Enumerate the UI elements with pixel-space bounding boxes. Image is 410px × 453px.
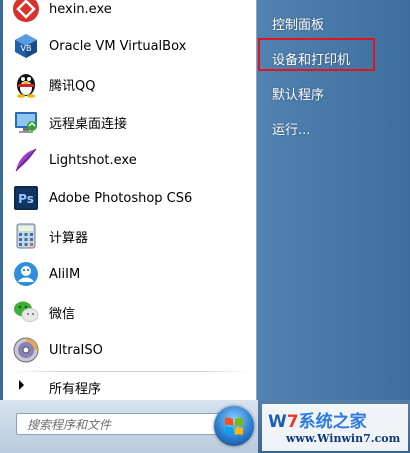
svg-text:VB: VB	[21, 44, 32, 53]
program-item-photoshop[interactable]: Ps Adobe Photoshop CS6	[3, 179, 256, 217]
control-panel-link[interactable]: 控制面板	[272, 14, 324, 33]
program-item-calculator[interactable]: 计算器	[3, 217, 256, 255]
program-item-wechat[interactable]: 微信	[3, 293, 256, 331]
watermark-url: www.Winwin7.com	[286, 432, 401, 445]
program-label: Adobe Photoshop CS6	[49, 190, 193, 206]
search-input[interactable]	[17, 414, 229, 436]
program-label: UltraISO	[49, 342, 103, 358]
lightshot-feather-icon	[11, 145, 41, 175]
program-item-virtualbox[interactable]: VB Oracle VM VirtualBox	[3, 27, 256, 65]
program-item-aliim[interactable]: AliIM	[3, 255, 256, 293]
program-label: 计算器	[49, 230, 89, 246]
qq-penguin-icon	[11, 69, 41, 99]
arrow-right-icon	[19, 380, 24, 390]
program-label: 微信	[49, 306, 76, 322]
program-item-hexin[interactable]: hexin.exe	[3, 0, 256, 28]
watermark-title: W7系统之家	[268, 412, 367, 432]
run-link[interactable]: 运行...	[272, 119, 310, 138]
photoshop-icon: Ps	[11, 183, 41, 213]
remote-desktop-icon	[11, 107, 41, 137]
default-programs-link[interactable]: 默认程序	[272, 84, 324, 103]
program-label: 腾讯QQ	[49, 78, 96, 94]
program-item-qq[interactable]: 腾讯QQ	[3, 65, 256, 103]
hexin-icon	[11, 0, 41, 24]
virtualbox-icon: VB	[11, 31, 41, 61]
svg-text:Ps: Ps	[18, 192, 34, 206]
start-menu: hexin.exe VB Oracle VM VirtualBox 腾讯QQ 远…	[0, 0, 410, 453]
program-label: AliIM	[49, 266, 81, 282]
calculator-icon	[11, 221, 41, 251]
program-label: 远程桌面连接	[49, 116, 128, 132]
programs-panel: hexin.exe VB Oracle VM VirtualBox 腾讯QQ 远…	[3, 0, 257, 400]
ultraiso-disc-icon	[11, 335, 41, 365]
search-box[interactable]	[16, 413, 242, 436]
all-programs-button[interactable]: 所有程序	[3, 372, 256, 399]
program-item-remote-desktop[interactable]: 远程桌面连接	[3, 103, 256, 141]
wechat-icon	[11, 297, 41, 327]
program-label: Lightshot.exe	[49, 152, 137, 168]
program-item-lightshot[interactable]: Lightshot.exe	[3, 141, 256, 179]
highlight-annotation-box	[258, 38, 375, 71]
aliim-icon	[11, 259, 41, 289]
program-item-ultraiso[interactable]: UltraISO	[3, 331, 256, 369]
watermark: W7系统之家 www.Winwin7.com	[262, 404, 408, 451]
program-label: Oracle VM VirtualBox	[49, 38, 187, 54]
program-label: hexin.exe	[49, 1, 112, 17]
windows-start-orb-icon[interactable]	[214, 406, 254, 446]
all-programs-label: 所有程序	[49, 382, 102, 397]
